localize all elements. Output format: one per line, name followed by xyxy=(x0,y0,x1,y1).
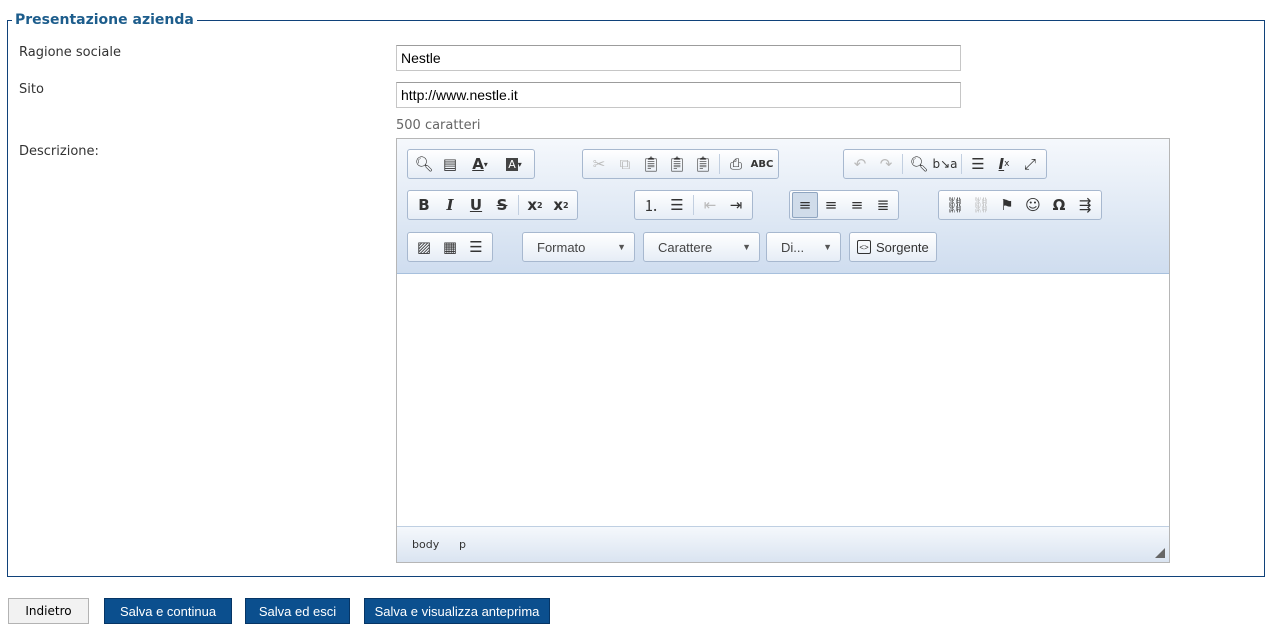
justify-icon[interactable]: ≣ xyxy=(870,192,896,218)
toolbar-group-lists: ⒈ ☰ ⇤ ⇥ xyxy=(634,190,753,220)
separator xyxy=(518,195,519,215)
section-title: Presentazione azienda xyxy=(15,12,194,28)
save-exit-button[interactable]: Salva ed esci xyxy=(245,598,350,624)
unlink-icon[interactable]: ⛓ xyxy=(968,192,994,218)
toolbar-group-document: 🔍︎ ▤ A ▾ A ▾ xyxy=(407,149,535,179)
remove-format-icon[interactable]: Ix xyxy=(991,151,1017,177)
toolbar-group-insert: ⛓ ⛓ ⚑ ☺ Ω ⇶ xyxy=(938,190,1102,220)
select-all-icon[interactable]: ☰ xyxy=(965,151,991,177)
size-combo[interactable]: Di... ▼ xyxy=(766,232,841,262)
source-code-icon: <> xyxy=(857,240,871,254)
separator xyxy=(719,154,720,174)
cut-icon[interactable]: ✂ xyxy=(586,151,612,177)
resize-handle-icon[interactable] xyxy=(1155,548,1165,558)
source-button-label: Sorgente xyxy=(876,239,929,255)
replace-icon[interactable]: b↘a xyxy=(932,151,958,177)
spellcheck-icon[interactable]: ABC xyxy=(749,151,775,177)
chevron-down-icon: ▼ xyxy=(617,242,626,252)
bulleted-list-icon[interactable]: ☰ xyxy=(664,192,690,218)
subscript-icon[interactable]: x2 xyxy=(522,192,548,218)
ragione-sociale-input[interactable]: Nestle xyxy=(396,45,961,71)
anchor-flag-icon[interactable]: ⚑ xyxy=(994,192,1020,218)
undo-icon[interactable]: ↶ xyxy=(847,151,873,177)
align-left-icon[interactable]: ≡ xyxy=(792,192,818,218)
special-char-icon[interactable]: Ω xyxy=(1046,192,1072,218)
font-combo[interactable]: Carattere ▼ xyxy=(643,232,760,262)
toolbar-group-objects: ▨ ▦ ☰ xyxy=(407,232,493,262)
separator xyxy=(961,154,962,174)
bold-icon[interactable]: B xyxy=(411,192,437,218)
superscript-icon[interactable]: x2 xyxy=(548,192,574,218)
toolbar-group-alignment: ≡ ≡ ≡ ≣ xyxy=(789,190,899,220)
table-icon[interactable]: ▦ xyxy=(437,234,463,260)
text-color-icon[interactable]: A ▾ xyxy=(463,151,497,177)
separator xyxy=(693,195,694,215)
underline-icon[interactable]: U xyxy=(463,192,489,218)
strike-icon[interactable]: S xyxy=(489,192,515,218)
toolbar-group-basic-styles: B I U S x2 x2 xyxy=(407,190,578,220)
editor-content-area[interactable] xyxy=(397,274,1169,526)
horizontal-line-icon[interactable]: ☰ xyxy=(463,234,489,260)
font-combo-label: Carattere xyxy=(658,239,713,255)
smiley-icon[interactable]: ☺ xyxy=(1020,192,1046,218)
separator xyxy=(902,154,903,174)
decrease-indent-icon[interactable]: ⇤ xyxy=(697,192,723,218)
save-continue-button[interactable]: Salva e continua xyxy=(104,598,232,624)
path-item-p[interactable]: p xyxy=(459,538,466,551)
paste-icon[interactable]: 📋︎ xyxy=(638,151,664,177)
format-combo-label: Formato xyxy=(537,239,586,255)
paste-text-icon[interactable]: 📋︎ xyxy=(664,151,690,177)
align-center-icon[interactable]: ≡ xyxy=(818,192,844,218)
character-counter: 500 caratteri xyxy=(396,118,481,133)
paste-word-icon[interactable]: 📋︎ xyxy=(690,151,716,177)
preview-icon[interactable]: 🔍︎ xyxy=(411,151,437,177)
image-icon[interactable]: ▨ xyxy=(411,234,437,260)
format-combo[interactable]: Formato ▼ xyxy=(522,232,635,262)
italic-icon[interactable]: I xyxy=(437,192,463,218)
templates-icon[interactable]: ▤ xyxy=(437,151,463,177)
maximize-icon[interactable]: ⤢ xyxy=(1017,151,1043,177)
editor-toolbar: 🔍︎ ▤ A ▾ A ▾ ✂ ⧉ 📋︎ 📋︎ 📋︎ ⎙ ABC ↶ ↷ 🔍︎ b↘a… xyxy=(397,139,1169,274)
source-button[interactable]: <> Sorgente xyxy=(849,232,937,262)
numbered-list-icon[interactable]: ⒈ xyxy=(638,192,664,218)
chevron-down-icon: ▼ xyxy=(742,242,751,252)
link-icon[interactable]: ⛓ xyxy=(942,192,968,218)
rich-text-editor: 🔍︎ ▤ A ▾ A ▾ ✂ ⧉ 📋︎ 📋︎ 📋︎ ⎙ ABC ↶ ↷ 🔍︎ b↘a… xyxy=(396,138,1170,563)
path-item-body[interactable]: body xyxy=(412,538,439,551)
back-button[interactable]: Indietro xyxy=(8,598,89,624)
sito-label: Sito xyxy=(19,82,44,97)
elements-path-bar: body p xyxy=(397,526,1169,562)
align-right-icon[interactable]: ≡ xyxy=(844,192,870,218)
find-icon[interactable]: 🔍︎ xyxy=(906,151,932,177)
redo-icon[interactable]: ↷ xyxy=(873,151,899,177)
page-break-icon[interactable]: ⇶ xyxy=(1072,192,1098,218)
copy-icon[interactable]: ⧉ xyxy=(612,151,638,177)
ragione-sociale-label: Ragione sociale xyxy=(19,45,121,60)
increase-indent-icon[interactable]: ⇥ xyxy=(723,192,749,218)
descrizione-label: Descrizione: xyxy=(19,144,99,159)
save-preview-button[interactable]: Salva e visualizza anteprima xyxy=(364,598,550,624)
toolbar-group-clipboard: ✂ ⧉ 📋︎ 📋︎ 📋︎ ⎙ ABC xyxy=(582,149,779,179)
toolbar-group-editing: ↶ ↷ 🔍︎ b↘a ☰ Ix ⤢ xyxy=(843,149,1047,179)
print-icon[interactable]: ⎙ xyxy=(723,151,749,177)
chevron-down-icon: ▼ xyxy=(823,242,832,252)
size-combo-label: Di... xyxy=(781,239,805,255)
background-color-icon[interactable]: A ▾ xyxy=(497,151,531,177)
sito-input[interactable]: http://www.nestle.it xyxy=(396,82,961,108)
